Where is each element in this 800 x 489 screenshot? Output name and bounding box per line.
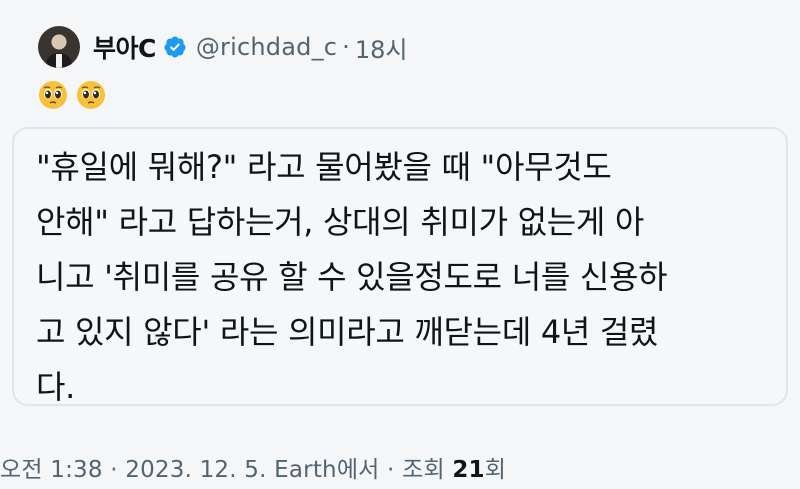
pleading-face-emoji-icon [77,81,105,109]
emoji-row [38,80,106,110]
verified-badge-icon [163,35,187,59]
views-suffix: 회 [484,457,507,483]
tweet-meta: 오전 1:38 · 2023. 12. 5. Earth에서 · 조회 21회 [0,450,506,484]
views-label: 조회 [402,457,453,483]
avatar-shirt [56,54,62,68]
views-count: 21 [452,457,485,483]
meta-separator: · [102,457,126,483]
meta-date[interactable]: 2023. 12. 5. [125,457,266,483]
meta-time: 오전 1:38 [0,457,103,483]
avatar[interactable] [38,26,80,68]
tweet-header: 부아C @richdad_c · 18시 [38,22,407,72]
meta-separator: · [379,457,403,483]
pleading-face-emoji-icon [39,81,67,109]
meta-source: Earth에서 [266,457,380,483]
quote-text: "휴일에 뭐해?" 라고 물어봤을 때 "아무것도 안해" 라고 답하는거, 상… [36,148,668,406]
display-name[interactable]: 부아C [93,29,156,65]
user-handle[interactable]: @richdad_c [196,33,337,61]
separator-dot: · [342,33,350,61]
tweet-time[interactable]: 18시 [355,30,408,65]
tweet-screenshot: 부아C @richdad_c · 18시 "휴일에 뭐해?" 라고 물어봤을 때… [0,0,800,489]
